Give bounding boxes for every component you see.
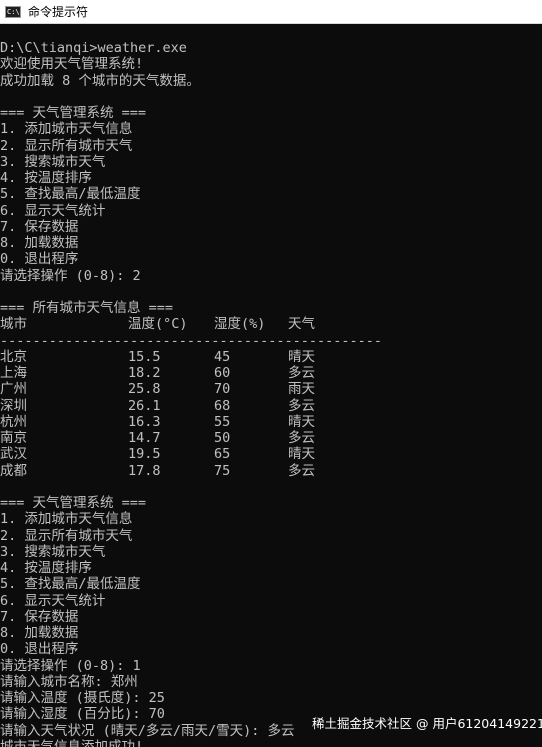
menu-item: 2. 显示所有城市天气 <box>0 137 133 154</box>
cell-humidity: 60 <box>214 365 231 381</box>
menu-item: 0. 退出程序 <box>0 251 79 268</box>
column-header-humidity: 湿度(%) <box>214 316 266 333</box>
menu-item: 4. 按温度排序 <box>0 560 92 576</box>
welcome-message: 欢迎使用天气管理系统! <box>0 56 144 73</box>
cell-weather: 多云 <box>288 430 315 446</box>
menu-item: 2. 显示所有城市天气 <box>0 527 133 544</box>
cell-humidity: 68 <box>214 397 231 414</box>
menu-item: 8. 加载数据 <box>0 625 79 641</box>
command-line: D:\C\tianqi>weather.exe <box>0 40 187 56</box>
choice-prompt: 请选择操作 (0-8): 2 <box>0 267 141 284</box>
cell-city: 广州 <box>0 381 27 398</box>
menu-item: 1. 添加城市天气信息 <box>0 511 133 528</box>
menu-item: 8. 加载数据 <box>0 235 79 251</box>
cell-temperature: 25.8 <box>128 381 161 398</box>
table-header-row: 城市 温度(°C) 湿度(%) 天气 <box>0 316 542 332</box>
table-row: 北京 15.5 45 晴天 <box>0 349 542 365</box>
cell-city: 武汉 <box>0 446 27 463</box>
cell-city: 北京 <box>0 348 27 365</box>
console-output[interactable]: D:\C\tianqi>weather.exe 欢迎使用天气管理系统! 成功加载… <box>0 40 542 747</box>
input-prompt-temperature: 请输入温度 (摄氏度): 25 <box>0 690 165 706</box>
menu-item: 3. 搜索城市天气 <box>0 543 106 560</box>
cell-temperature: 19.5 <box>128 446 161 463</box>
cell-humidity: 55 <box>214 413 231 430</box>
menu-item: 6. 显示天气统计 <box>0 592 106 609</box>
cell-temperature: 14.7 <box>128 430 161 446</box>
menu-item: 7. 保存数据 <box>0 608 79 625</box>
cell-humidity: 45 <box>214 348 231 365</box>
table-row: 杭州 16.3 55 晴天 <box>0 414 542 430</box>
table-row: 南京 14.7 50 多云 <box>0 430 542 446</box>
cell-humidity: 75 <box>214 462 231 479</box>
table-row: 上海 18.2 60 多云 <box>0 365 542 381</box>
menu-item: 3. 搜索城市天气 <box>0 153 106 170</box>
window-titlebar: C:\ 命令提示符 <box>0 0 542 24</box>
column-header-city: 城市 <box>0 316 27 333</box>
cell-humidity: 50 <box>214 430 231 446</box>
cell-weather: 多云 <box>288 462 315 479</box>
cell-humidity: 65 <box>214 446 231 463</box>
cell-humidity: 70 <box>214 381 231 398</box>
table-row: 武汉 19.5 65 晴天 <box>0 446 542 462</box>
table-row: 广州 25.8 70 雨天 <box>0 381 542 397</box>
menu-item: 5. 查找最高/最低温度 <box>0 576 141 593</box>
success-message: 城市天气信息添加成功! <box>0 738 144 747</box>
cell-weather: 晴天 <box>288 446 315 463</box>
cell-temperature: 26.1 <box>128 397 161 414</box>
window-title: 命令提示符 <box>28 5 89 19</box>
cell-weather: 多云 <box>288 365 315 381</box>
cell-city: 深圳 <box>0 397 27 414</box>
menu-header: === 天气管理系统 === <box>0 105 147 121</box>
cell-city: 南京 <box>0 430 27 446</box>
cell-temperature: 17.8 <box>128 462 161 479</box>
cell-weather: 晴天 <box>288 348 315 365</box>
cell-weather: 晴天 <box>288 413 315 430</box>
cell-city: 杭州 <box>0 413 27 430</box>
cell-temperature: 16.3 <box>128 413 161 430</box>
menu-item: 4. 按温度排序 <box>0 170 92 186</box>
input-prompt-city: 请输入城市名称: 郑州 <box>0 673 138 690</box>
cell-temperature: 18.2 <box>128 365 161 381</box>
menu-item: 0. 退出程序 <box>0 641 79 658</box>
watermark-text: 稀土掘金技术社区 @ 用户612041492213 <box>312 716 542 731</box>
menu-header: === 天气管理系统 === <box>0 495 147 511</box>
cell-temperature: 15.5 <box>128 348 161 365</box>
cell-city: 上海 <box>0 365 27 381</box>
table-row: 成都 17.8 75 多云 <box>0 463 542 479</box>
load-message: 成功加载 8 个城市的天气数据。 <box>0 72 200 89</box>
cmd-icon: C:\ <box>5 5 21 18</box>
table-title: === 所有城市天气信息 === <box>0 300 174 316</box>
menu-item: 7. 保存数据 <box>0 218 79 235</box>
cell-weather: 多云 <box>288 397 315 414</box>
cell-city: 成都 <box>0 462 27 479</box>
column-header-weather: 天气 <box>288 316 315 333</box>
table-separator: ----------------------------------------… <box>0 332 383 349</box>
menu-item: 6. 显示天气统计 <box>0 202 106 219</box>
table-row: 深圳 26.1 68 多云 <box>0 398 542 414</box>
column-header-temperature: 温度(°C) <box>128 316 188 333</box>
menu-item: 5. 查找最高/最低温度 <box>0 186 141 203</box>
menu-item: 1. 添加城市天气信息 <box>0 121 133 138</box>
cell-weather: 雨天 <box>288 381 315 398</box>
choice-prompt: 请选择操作 (0-8): 1 <box>0 657 141 674</box>
